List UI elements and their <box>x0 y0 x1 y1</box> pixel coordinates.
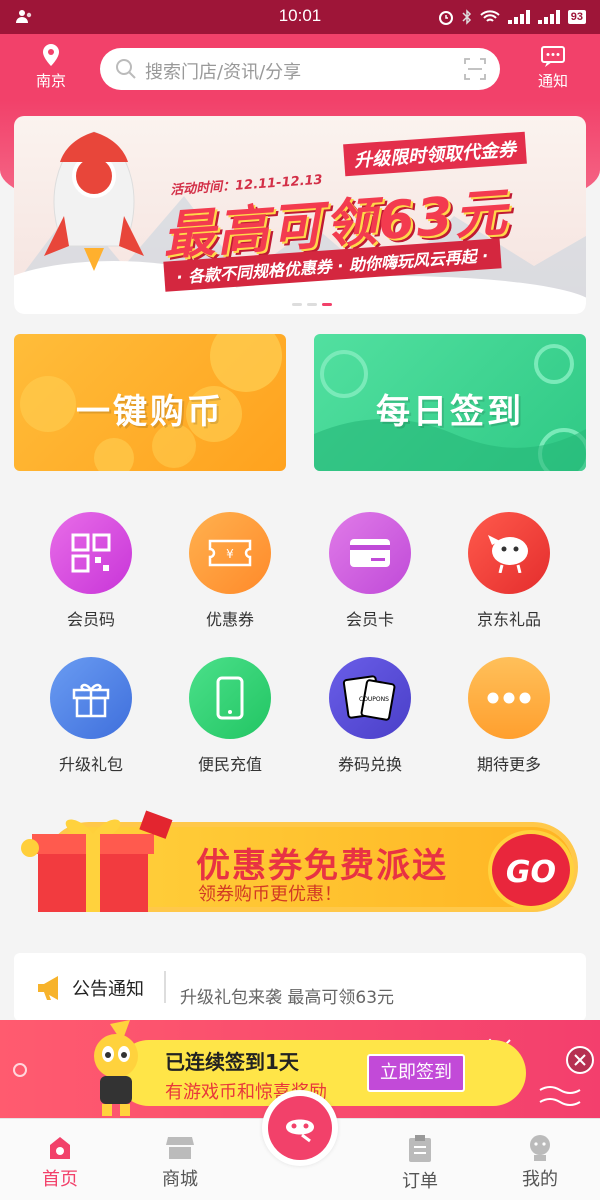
search-bar[interactable]: 搜索门店/资讯/分享 <box>100 48 500 90</box>
grid-label: 优惠券 <box>205 610 254 629</box>
center-action-inner <box>268 1096 332 1160</box>
pager-dot <box>307 303 317 306</box>
grid-item-jd-gift[interactable]: 京东礼品 <box>439 512 579 630</box>
svg-text:COUPONS: COUPONS <box>359 696 389 703</box>
promo-go-button[interactable]: GO <box>488 830 574 910</box>
jd-dog-icon <box>468 512 550 594</box>
tab-label: 订单 <box>402 1171 438 1192</box>
grid-label: 会员卡 <box>345 610 394 629</box>
grid-label: 会员码 <box>66 610 115 629</box>
buy-coins-label: 一键购币 <box>76 392 224 432</box>
location-button[interactable]: 南京 <box>28 44 74 91</box>
bluetooth-icon <box>462 9 471 25</box>
pager-dot <box>292 303 302 306</box>
tab-home[interactable]: 首页 <box>15 1135 105 1191</box>
search-placeholder: 搜索门店/资讯/分享 <box>145 62 302 83</box>
tab-label: 商城 <box>162 1169 198 1190</box>
alarm-icon <box>438 11 453 25</box>
store-icon <box>166 1137 194 1159</box>
center-action-button[interactable] <box>262 1090 338 1166</box>
pager-dot-active <box>322 303 332 306</box>
clipboard-icon <box>409 1135 431 1162</box>
home-icon <box>50 1137 70 1159</box>
tab-label: 首页 <box>42 1169 78 1190</box>
wifi-icon <box>480 10 500 22</box>
location-label: 南京 <box>35 72 66 90</box>
signin-now-button[interactable]: 立即签到 <box>367 1054 465 1092</box>
battery-level: 93 <box>567 10 586 24</box>
daily-signin-label: 每日签到 <box>376 392 524 432</box>
mascot-icon <box>94 1020 138 1116</box>
announcement-bar[interactable]: 公告通知 升级礼包来袭 最高可领63元 <box>14 953 586 1021</box>
search-icon <box>116 59 136 79</box>
coupons-icon: COUPONS <box>329 657 411 739</box>
phone-icon <box>189 657 271 739</box>
top-header: 南京 搜索门店/资讯/分享 通知 <box>0 34 600 100</box>
svg-text:¥: ¥ <box>226 547 234 561</box>
location-pin-icon <box>43 44 59 66</box>
grid-item-more[interactable]: 期待更多 <box>439 657 579 775</box>
grid-item-member-card[interactable]: 会员卡 <box>300 512 440 630</box>
close-icon[interactable] <box>566 1046 594 1074</box>
notify-button[interactable]: 通知 <box>528 46 578 91</box>
grid-item-recharge[interactable]: 便民充值 <box>160 657 300 775</box>
grid-item-coupons[interactable]: ¥ 优惠券 <box>160 512 300 630</box>
tab-orders[interactable]: 订单 <box>375 1135 465 1193</box>
signin-streak-text: 已连续签到1天 <box>165 1050 299 1074</box>
status-bar: 10:01 93 <box>0 0 600 34</box>
grid-label: 升级礼包 <box>58 755 123 774</box>
promo-banner[interactable]: 活动时间：12.11-12.13 升级限时领取代金券 最高可领63元 · 各款不… <box>14 116 586 314</box>
announcement-text: 升级礼包来袭 最高可领63元 <box>180 988 395 1008</box>
announcement-label: 公告通知 <box>72 979 144 1000</box>
message-icon <box>541 46 565 67</box>
promo-subtitle: 领券购币更优惠！ <box>198 884 342 905</box>
tab-label: 我的 <box>522 1169 558 1190</box>
scan-icon[interactable] <box>464 58 486 80</box>
grid-label: 期待更多 <box>476 755 541 774</box>
grid-item-upgrade-pack[interactable]: 升级礼包 <box>21 657 161 775</box>
more-icon <box>468 657 550 739</box>
tab-mall[interactable]: 商城 <box>135 1135 225 1191</box>
daily-signin-card[interactable]: 每日签到 <box>314 334 586 471</box>
grid-label: 京东礼品 <box>476 610 541 629</box>
ticket-icon: ¥ <box>189 512 271 594</box>
qrcode-icon <box>50 512 132 594</box>
coupon-promo-banner[interactable]: 优惠券免费派送 领券购币更优惠！ GO <box>14 810 586 920</box>
megaphone-icon <box>38 976 58 1000</box>
giftbox-illustration <box>21 810 173 912</box>
card-icon <box>329 512 411 594</box>
gift-icon <box>50 657 132 739</box>
announcement-divider <box>164 971 166 1003</box>
mascot-face-icon <box>286 1119 314 1143</box>
profile-icon <box>530 1135 550 1161</box>
signal-icon-2 <box>537 10 560 24</box>
grid-label: 便民充值 <box>197 755 262 774</box>
grid-label: 券码兑换 <box>337 755 402 774</box>
banner-pager <box>292 303 332 306</box>
signal-icon <box>507 10 530 24</box>
tab-mine[interactable]: 我的 <box>495 1135 585 1191</box>
grid-item-member-code[interactable]: 会员码 <box>21 512 161 630</box>
buy-coins-card[interactable]: 一键购币 <box>14 334 286 471</box>
status-icons: 93 <box>438 7 586 27</box>
grid-item-redeem-code[interactable]: COUPONS 券码兑换 <box>300 657 440 775</box>
notify-label: 通知 <box>537 72 568 90</box>
